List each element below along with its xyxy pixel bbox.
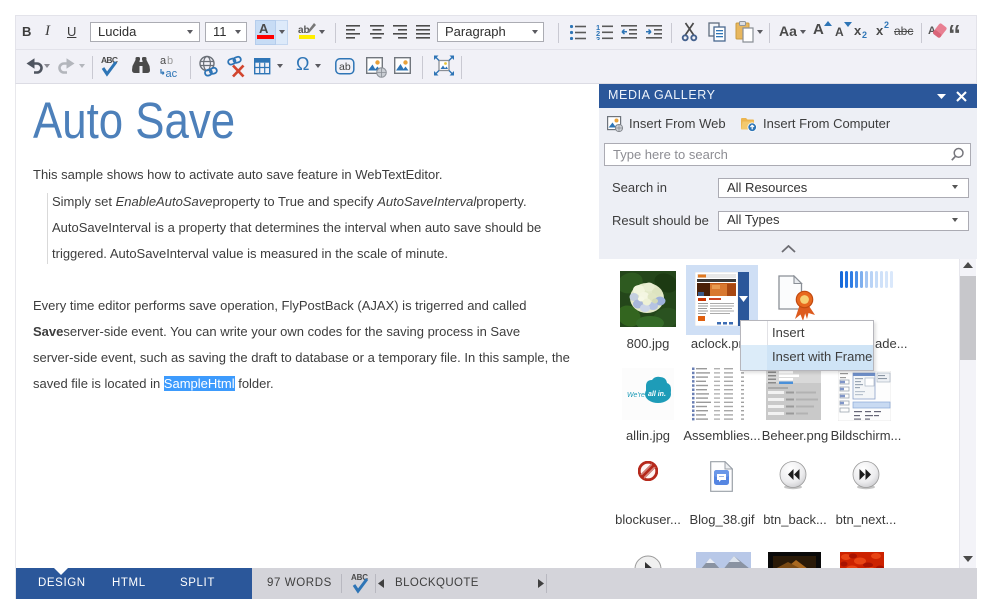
svg-text:b: b [167, 55, 173, 67]
svg-text:3: 3 [596, 35, 600, 40]
svg-text:all in.: all in. [648, 391, 666, 398]
svg-text:We're: We're [627, 392, 645, 399]
svg-text:ac: ac [166, 68, 178, 80]
svg-text:a: a [160, 55, 167, 67]
svg-text:ab: ab [339, 61, 351, 73]
svg-text:ab: ab [298, 25, 310, 36]
